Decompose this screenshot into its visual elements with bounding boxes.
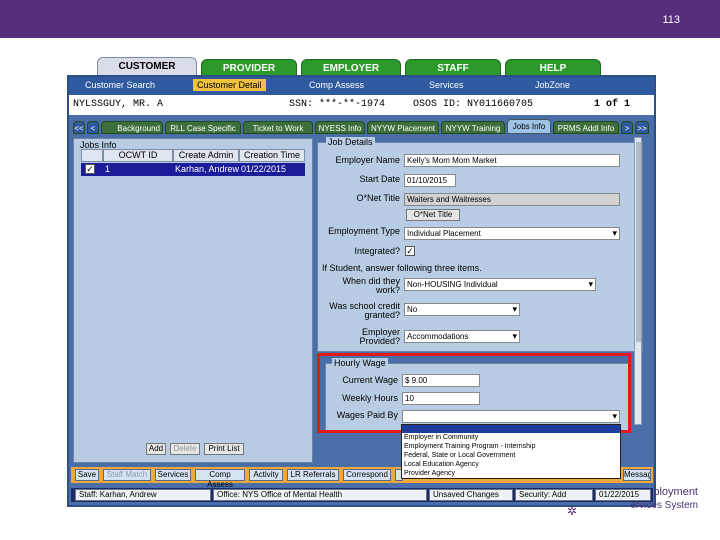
status-unsaved: Unsaved Changes [429,489,513,501]
status-bar: Staff: Karhan, Andrew Office: NYS Office… [71,488,653,502]
lr-referrals-button[interactable]: LR Referrals [287,469,339,481]
tab-prms-addl-info[interactable]: PRMS Addl Info [553,121,619,134]
employer-name-label: Employer Name [335,155,400,165]
when-did-they-work-label: When did they work? [342,276,400,295]
tab-nyess-info[interactable]: NYESS Info [315,121,365,134]
tab-customer[interactable]: CUSTOMER [97,57,197,77]
grid-header-creation-time[interactable]: Creation Time [239,149,305,162]
customer-info-bar: NYLSSGUY, MR. A SSN: ***-**-1974 OSOS ID… [69,95,654,115]
dropdown-option[interactable]: Local Education Agency [402,460,620,469]
dropdown-option[interactable]: Employer in Community [402,433,620,442]
scrollbar-thumb[interactable] [636,142,641,342]
tab-help[interactable]: HELP [505,59,601,76]
tab-staff[interactable]: STAFF [405,59,501,76]
row-id: 1 [105,164,111,174]
sub-navigation: Customer Search Customer Detail Comp Ass… [69,77,654,95]
dropdown-option[interactable]: Provider Agency [402,469,620,478]
print-list-button[interactable]: Print List [204,443,244,455]
services-button[interactable]: Services [155,469,191,481]
dropdown-selected-blank[interactable] [402,425,620,433]
tab-jobs-info[interactable]: Jobs Info [507,119,551,134]
when-did-they-work-select[interactable]: Non-HOUSING Individual [404,278,596,291]
integrated-checkbox[interactable]: ✓ [405,246,415,256]
school-credit-label: Was school credit granted? [329,301,400,320]
message-button[interactable]: Message [623,469,651,481]
comp-assess-button[interactable]: Comp Assess [195,469,245,489]
correspond-button[interactable]: Correspond [343,469,391,481]
employer-provided-select[interactable]: Accommodations [404,330,520,343]
brand-line-2: ervices System [630,500,698,511]
tab-nyyw-placement[interactable]: NYYW Placement [367,121,439,134]
grid-header-create-admin[interactable]: Create Admin [173,149,239,162]
start-date-field[interactable]: 01/10/2015 [404,174,456,187]
subnav-customer-search[interactable]: Customer Search [85,80,155,90]
tab-rll-case-specific[interactable]: RLL Case Specific [165,121,241,134]
grid-header-ocwt-id[interactable]: OCWT ID [103,149,173,162]
grid-header-select [81,149,103,162]
customer-name: NYLSSGUY, MR. A [73,99,164,110]
delete-button[interactable]: Delete [170,443,200,455]
onet-title-button[interactable]: O*Net Title [406,209,460,221]
dropdown-option[interactable]: Employment Training Program - Internship [402,442,620,451]
jobs-info-panel: Jobs Info OCWT ID Create Admin Creation … [73,138,313,463]
hourly-wage-highlight [317,353,631,433]
tab-ticket-to-work[interactable]: Ticket to Work [243,121,313,134]
employer-provided-label: Employer Provided? [359,327,400,346]
onet-title-field: Waiters and Waitresses [404,193,620,206]
tab-nyyw-training[interactable]: NYYW Training [441,121,505,134]
row-checkbox[interactable]: ✓ [85,164,95,174]
wages-paid-by-dropdown: Employer in Community Employment Trainin… [401,424,621,479]
customer-osos-id: OSOS ID: NY011660705 [413,99,534,110]
employment-type-select[interactable]: Individual Placement [404,227,620,240]
save-button[interactable]: Save [75,469,99,481]
employer-name-field[interactable]: Kelly's Mom Mom Market [404,154,620,167]
subnav-services[interactable]: Services [429,80,464,90]
table-row[interactable]: ✓ 1 Karhan, Andrew 01/22/2015 [81,163,305,176]
tab-next-button[interactable]: > [621,121,633,134]
customer-ssn: SSN: ***-**-1974 [289,99,386,110]
subnav-jobzone[interactable]: JobZone [535,80,570,90]
tab-first-button[interactable]: << [73,121,85,134]
row-time: 01/22/2015 [241,164,287,174]
tab-employer[interactable]: EMPLOYER [301,59,401,76]
slide-header-bar: 113 [0,0,720,38]
tab-background[interactable]: Background [101,121,163,134]
brand-mark-icon: ✲ [567,504,578,518]
school-credit-select[interactable]: No [404,303,520,316]
tab-last-button[interactable]: >> [635,121,649,134]
start-date-label: Start Date [359,174,400,184]
record-count: 1 of 1 [594,99,631,110]
onet-title-label: O*Net Title [356,193,400,203]
tab-provider[interactable]: PROVIDER [201,59,297,76]
status-security: Security: Add [515,489,593,501]
vertical-scrollbar[interactable] [634,137,642,425]
student-note: If Student, answer following three items… [322,263,482,273]
staff-match-button[interactable]: Staff Match [103,469,151,481]
status-office: Office: NYS Office of Mental Health [213,489,427,501]
dropdown-option[interactable]: Federal, State or Local Government [402,451,620,460]
subnav-customer-detail[interactable]: Customer Detail [193,79,266,91]
subnav-comp-assess[interactable]: Comp Assess [309,80,364,90]
tab-prev-button[interactable]: < [87,121,99,134]
detail-tab-row: << < Background RLL Case Specific Ticket… [71,119,653,135]
status-staff: Staff: Karhan, Andrew [75,489,211,501]
add-button[interactable]: Add [146,443,166,455]
integrated-label: Integrated? [354,246,400,256]
brand-logo-text: ployment ervices System [630,486,698,512]
job-details-legend: Job Details [326,137,375,147]
page-number: 113 [662,14,680,26]
employment-type-label: Employment Type [328,226,400,236]
row-admin: Karhan, Andrew [175,164,240,174]
brand-line-1: ployment [653,486,698,498]
activity-button[interactable]: Activity [249,469,283,481]
